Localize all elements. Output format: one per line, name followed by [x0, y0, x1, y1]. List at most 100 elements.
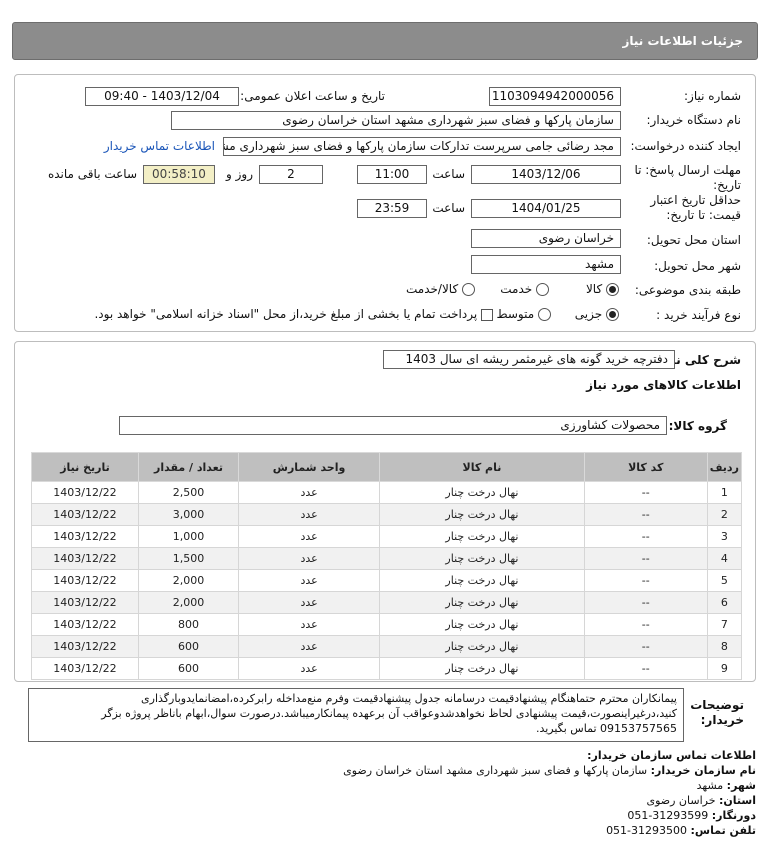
- cell-qty: 2,000: [137, 569, 240, 592]
- announce-label: تاریخ و ساعت اعلان عمومی:: [240, 89, 385, 103]
- treasury-checkbox[interactable]: [481, 308, 493, 321]
- cell-code: --: [583, 503, 708, 526]
- cell-date: 1403/12/22: [31, 591, 139, 614]
- table-row: 2 -- نهال درخت چنار عدد 3,000 1403/12/22: [31, 503, 743, 526]
- cell-name: نهال درخت چنار: [379, 569, 585, 592]
- cell-row: 8: [706, 635, 743, 658]
- cell-qty: 3,000: [137, 503, 240, 526]
- cell-code: --: [583, 481, 708, 504]
- contact-province: استان: خراسان رضوی: [646, 794, 756, 807]
- deadline-date-field: 1403/12/06: [471, 165, 621, 184]
- cell-unit: عدد: [238, 613, 381, 636]
- cell-qty: 600: [137, 657, 240, 680]
- radio-goods[interactable]: [606, 283, 619, 296]
- summary-field: دفترچه خرید گونه های غیرمثمر ریشه ای سال…: [383, 350, 675, 369]
- table-row: 3 -- نهال درخت چنار عدد 1,000 1403/12/22: [31, 525, 743, 548]
- cell-unit: عدد: [238, 657, 381, 680]
- treasury-payment-option[interactable]: پرداخت تمام یا بخشی از مبلغ خرید،از محل …: [94, 307, 493, 321]
- cell-date: 1403/12/22: [31, 481, 139, 504]
- table-row: 4 -- نهال درخت چنار عدد 1,500 1403/12/22: [31, 547, 743, 570]
- details-panel: شماره نیاز: 1103094942000056 تاریخ و ساع…: [14, 74, 756, 332]
- cell-date: 1403/12/22: [31, 547, 139, 570]
- creator-field: مجد رضائی جامی سرپرست تدارکات سازمان پار…: [223, 137, 621, 156]
- cell-row: 6: [706, 591, 743, 614]
- cell-unit: عدد: [238, 481, 381, 504]
- category-option-service[interactable]: خدمت: [500, 282, 549, 296]
- remaining-timer: 00:58:10: [143, 165, 215, 184]
- table-row: 8 -- نهال درخت چنار عدد 600 1403/12/22: [31, 635, 743, 658]
- cell-qty: 1,000: [137, 525, 240, 548]
- cell-code: --: [583, 591, 708, 614]
- goods-group-label: گروه کالا:: [668, 419, 727, 433]
- col-qty: تعداد / مقدار: [137, 452, 240, 482]
- cell-unit: عدد: [238, 547, 381, 570]
- validity-time-label: ساعت: [432, 201, 465, 215]
- contact-title: اطلاعات تماس سازمان خریدار:: [587, 749, 756, 762]
- category-option-goods-service[interactable]: کالا/خدمت: [406, 282, 475, 296]
- buyer-org-field: سازمان پارکها و فضای سبز شهرداری مشهد اس…: [171, 111, 621, 130]
- cell-name: نهال درخت چنار: [379, 613, 585, 636]
- cell-date: 1403/12/22: [31, 569, 139, 592]
- radio-minor[interactable]: [606, 308, 619, 321]
- days-label: روز و: [226, 167, 253, 181]
- days-field: 2: [259, 165, 323, 184]
- radio-service[interactable]: [536, 283, 549, 296]
- cell-qty: 800: [137, 613, 240, 636]
- col-name: نام کالا: [379, 452, 585, 482]
- creator-label: ایجاد کننده درخواست:: [630, 139, 741, 153]
- col-unit: واحد شمارش: [238, 452, 381, 482]
- goods-info-title: اطلاعات کالاهای مورد نیاز: [586, 378, 741, 392]
- validity-label: حداقل تاریخ اعتبار قیمت: تا تاریخ:: [650, 193, 741, 222]
- need-number-label: شماره نیاز:: [684, 89, 741, 103]
- cell-name: نهال درخت چنار: [379, 481, 585, 504]
- announce-field: 1403/12/04 - 09:40: [85, 87, 239, 106]
- cell-unit: عدد: [238, 525, 381, 548]
- cell-name: نهال درخت چنار: [379, 503, 585, 526]
- cell-unit: عدد: [238, 503, 381, 526]
- cell-row: 1: [706, 481, 743, 504]
- cell-row: 9: [706, 657, 743, 680]
- buyer-contact-link[interactable]: اطلاعات تماس خریدار: [104, 139, 215, 153]
- purchase-option-minor[interactable]: جزیی: [575, 307, 619, 321]
- cell-unit: عدد: [238, 569, 381, 592]
- cell-unit: عدد: [238, 591, 381, 614]
- cell-date: 1403/12/22: [31, 503, 139, 526]
- cell-name: نهال درخت چنار: [379, 547, 585, 570]
- cell-qty: 600: [137, 635, 240, 658]
- contact-city: شهر: مشهد: [696, 779, 756, 792]
- category-label: طبقه بندی موضوعی:: [634, 283, 741, 297]
- cell-code: --: [583, 613, 708, 636]
- cell-code: --: [583, 569, 708, 592]
- cell-date: 1403/12/22: [31, 635, 139, 658]
- notes-label: توضیحات خریدار:: [690, 698, 744, 727]
- radio-goods-service[interactable]: [462, 283, 475, 296]
- cell-code: --: [583, 635, 708, 658]
- cell-code: --: [583, 657, 708, 680]
- table-row: 6 -- نهال درخت چنار عدد 2,000 1403/12/22: [31, 591, 743, 614]
- buyer-org-label: نام دستگاه خریدار:: [646, 113, 742, 127]
- table-row: 7 -- نهال درخت چنار عدد 800 1403/12/22: [31, 613, 743, 636]
- cell-row: 7: [706, 613, 743, 636]
- category-option-goods[interactable]: کالا: [586, 282, 619, 296]
- goods-panel: شرح کلی نیاز: دفترچه خرید گونه های غیرمث…: [14, 341, 756, 682]
- deadline-time-label: ساعت: [432, 167, 465, 181]
- table-header-row: ردیف کد کالا نام کالا واحد شمارش تعداد /…: [31, 452, 743, 482]
- page-title: جزئیات اطلاعات نیاز: [622, 34, 743, 48]
- cell-name: نهال درخت چنار: [379, 591, 585, 614]
- cell-qty: 2,500: [137, 481, 240, 504]
- col-code: کد کالا: [583, 452, 708, 482]
- table-row: 9 -- نهال درخت چنار عدد 600 1403/12/22: [31, 657, 743, 680]
- radio-medium[interactable]: [538, 308, 551, 321]
- goods-table: ردیف کد کالا نام کالا واحد شمارش تعداد /…: [31, 452, 743, 680]
- city-field: مشهد: [471, 255, 621, 274]
- contact-phone: تلفن تماس: 051-31293500: [606, 824, 756, 837]
- cell-code: --: [583, 525, 708, 548]
- purchase-option-medium[interactable]: متوسط: [496, 307, 551, 321]
- cell-date: 1403/12/22: [31, 613, 139, 636]
- cell-date: 1403/12/22: [31, 657, 139, 680]
- contact-fax: دورنگار: 051-31293599: [627, 809, 756, 822]
- page-header: جزئیات اطلاعات نیاز: [12, 22, 758, 60]
- cell-qty: 1,500: [137, 547, 240, 570]
- need-number-field: 1103094942000056: [489, 87, 621, 106]
- goods-group-field: محصولات کشاورزی: [119, 416, 667, 435]
